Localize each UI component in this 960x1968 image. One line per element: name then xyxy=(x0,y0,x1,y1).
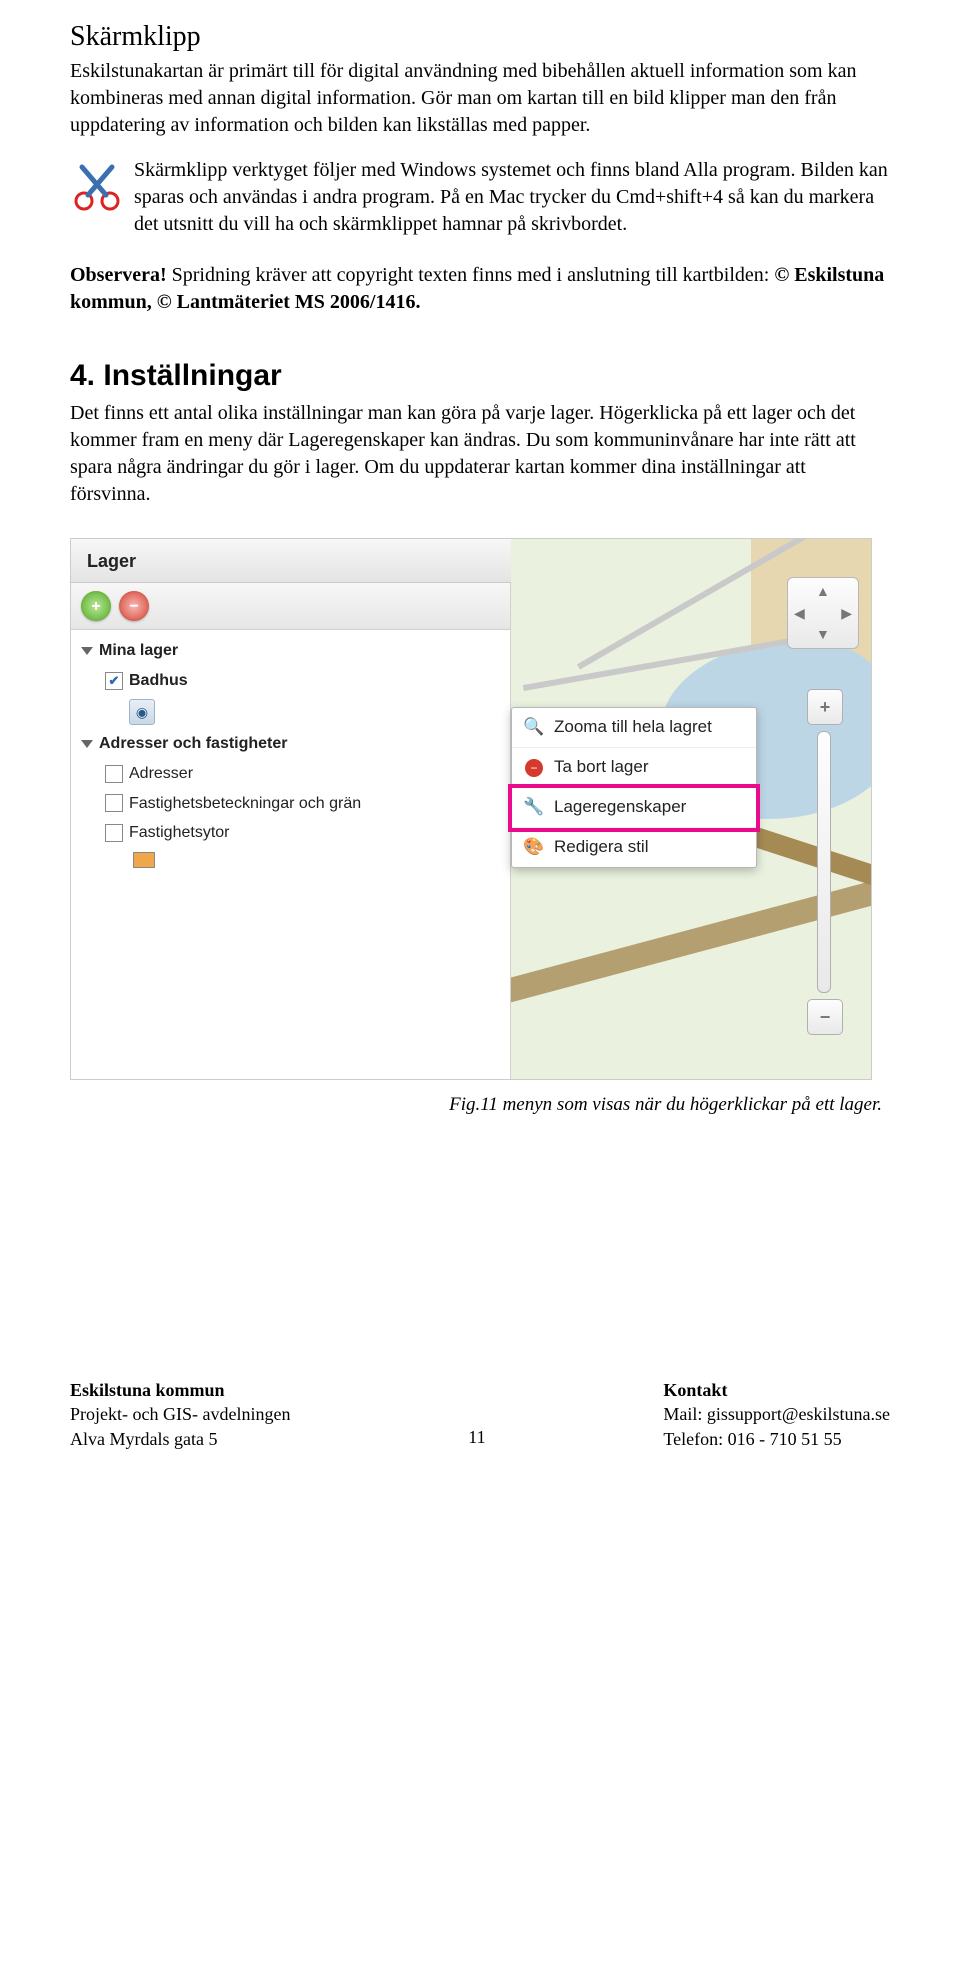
group-mina-lager[interactable]: Mina lager xyxy=(77,636,504,666)
panel-title: Lager xyxy=(71,539,511,583)
paragraph-tool: Skärmklipp verktyget följer med Windows … xyxy=(70,157,890,238)
point-symbol-icon: ◉ xyxy=(129,699,155,725)
footer-org: Eskilstuna kommun xyxy=(70,1378,290,1402)
collapse-icon xyxy=(81,647,93,655)
footer-mail: Mail: gissupport@eskilstuna.se xyxy=(663,1402,890,1426)
layer-adresser[interactable]: Adresser xyxy=(77,759,504,789)
menu-label: Redigera stil xyxy=(554,836,649,859)
section-title-skarmklipp: Skärmklipp xyxy=(70,18,890,56)
palette-icon: 🎨 xyxy=(524,838,544,858)
screenshot-layer-panel: Lager + − Mina lager Badhus xyxy=(70,538,872,1080)
menu-item-layer-properties[interactable]: 🔧 Lageregenskaper xyxy=(512,788,756,828)
magnifier-icon: 🔍 xyxy=(524,718,544,738)
menu-label: Zooma till hela lagret xyxy=(554,716,712,739)
footer-contact-label: Kontakt xyxy=(663,1378,890,1402)
layer-fastighetsytor[interactable]: Fastighetsytor xyxy=(77,818,504,848)
zoom-out-button[interactable]: − xyxy=(807,999,843,1035)
pan-right-icon[interactable]: ▶ xyxy=(841,604,852,623)
checkbox-icon[interactable] xyxy=(105,824,123,842)
observe-text: Spridning kräver att copyright texten fi… xyxy=(167,264,775,286)
layer-badhus[interactable]: Badhus xyxy=(77,666,504,696)
group-label: Mina lager xyxy=(99,640,178,662)
zoom-slider[interactable] xyxy=(817,731,831,993)
zoom-control: + − xyxy=(807,689,841,1035)
layer-label: Fastighetsbeteckningar och grän xyxy=(129,793,361,815)
footer-right: Kontakt Mail: gissupport@eskilstuna.se T… xyxy=(663,1378,890,1451)
menu-label: Ta bort lager xyxy=(554,756,649,779)
paragraph-settings: Det finns ett antal olika inställningar … xyxy=(70,400,890,508)
figure-caption: Fig.11 menyn som visas när du högerklick… xyxy=(70,1092,882,1118)
layer-badhus-symbol[interactable]: ◉ xyxy=(77,695,504,729)
page-number: 11 xyxy=(468,1425,485,1451)
footer-dept: Projekt- och GIS- avdelningen xyxy=(70,1402,290,1426)
zoom-in-button[interactable]: + xyxy=(807,689,843,725)
menu-item-edit-style[interactable]: 🎨 Redigera stil xyxy=(512,828,756,867)
paragraph-intro: Eskilstunakartan är primärt till för dig… xyxy=(70,58,890,139)
footer-phone: Telefon: 016 - 710 51 55 xyxy=(663,1427,890,1451)
layer-toolbar: + − xyxy=(71,583,510,630)
layer-label: Fastighetsytor xyxy=(129,822,229,844)
checkbox-icon[interactable] xyxy=(105,794,123,812)
pan-up-icon[interactable]: ▲ xyxy=(816,582,830,601)
checkbox-icon[interactable] xyxy=(105,672,123,690)
heading-installningar: 4. Inställningar xyxy=(70,356,890,397)
footer-left: Eskilstuna kommun Projekt- och GIS- avde… xyxy=(70,1378,290,1451)
pan-down-icon[interactable]: ▼ xyxy=(816,625,830,644)
remove-icon: − xyxy=(524,758,544,778)
group-label: Adresser och fastigheter xyxy=(99,733,288,755)
page-footer: Eskilstuna kommun Projekt- och GIS- avde… xyxy=(70,1378,890,1451)
pan-left-icon[interactable]: ◀ xyxy=(794,604,805,623)
observe-label: Observera! xyxy=(70,264,167,286)
group-adresser-fastigheter[interactable]: Adresser och fastigheter xyxy=(77,729,504,759)
pan-control[interactable]: ▲ ▼ ◀ ▶ xyxy=(787,577,859,649)
paragraph-observe: Observera! Spridning kräver att copyrigh… xyxy=(70,262,890,316)
menu-item-zoom-to-layer[interactable]: 🔍 Zooma till hela lagret xyxy=(512,708,756,748)
add-layer-button[interactable]: + xyxy=(81,591,111,621)
remove-layer-button[interactable]: − xyxy=(119,591,149,621)
layer-fastighetsytor-swatch xyxy=(77,848,504,872)
scissors-icon xyxy=(70,161,124,223)
menu-label: Lageregenskaper xyxy=(554,796,686,819)
wrench-icon: 🔧 xyxy=(524,798,544,818)
layer-label: Badhus xyxy=(129,670,188,692)
layer-tree: Mina lager Badhus ◉ Adresser och fastigh… xyxy=(71,630,510,878)
collapse-icon xyxy=(81,740,93,748)
menu-item-remove-layer[interactable]: − Ta bort lager xyxy=(512,748,756,788)
context-menu: 🔍 Zooma till hela lagret − Ta bort lager… xyxy=(511,707,757,868)
layer-fastighetsbeteckningar[interactable]: Fastighetsbeteckningar och grän xyxy=(77,789,504,819)
footer-street: Alva Myrdals gata 5 xyxy=(70,1427,290,1451)
fill-swatch-icon xyxy=(133,852,155,868)
layer-label: Adresser xyxy=(129,763,193,785)
checkbox-icon[interactable] xyxy=(105,765,123,783)
